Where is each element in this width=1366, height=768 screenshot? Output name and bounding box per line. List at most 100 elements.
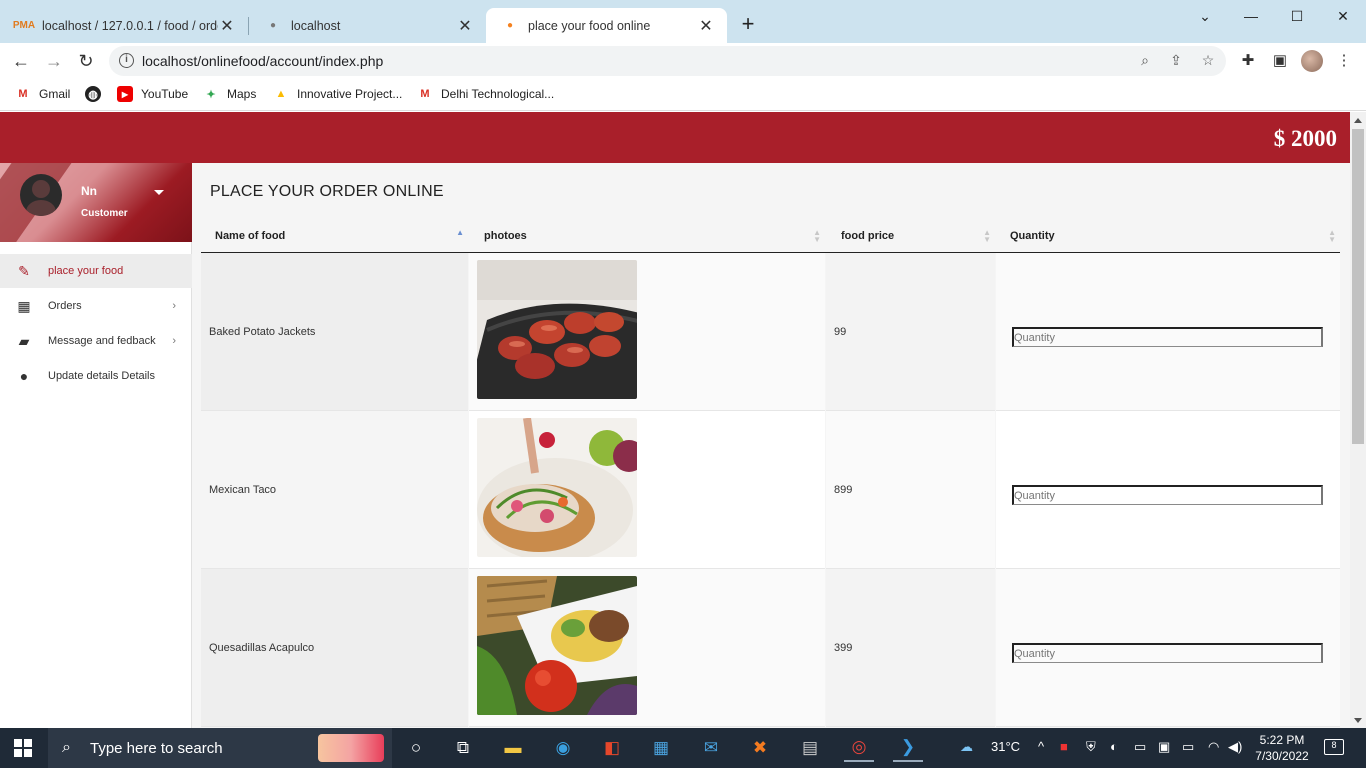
- globe-icon: ◍: [85, 86, 101, 102]
- quantity-input[interactable]: [1012, 643, 1323, 663]
- share-icon[interactable]: ⇪: [1167, 52, 1185, 70]
- profile-avatar[interactable]: [1301, 50, 1323, 72]
- chevron-right-icon: ›: [172, 335, 176, 347]
- system-clock[interactable]: 5:22 PM 7/30/2022: [1252, 732, 1312, 764]
- sort-asc-icon[interactable]: ▲: [456, 229, 464, 237]
- page-scrollbar[interactable]: [1350, 112, 1366, 728]
- weather-icon[interactable]: ☁: [960, 739, 973, 755]
- avatar: [20, 174, 62, 216]
- tab-place-your-food[interactable]: ● place your food online ✕: [486, 8, 727, 43]
- tab-title: localhost / 127.0.0.1 / food / orde: [42, 18, 218, 33]
- column-header-name[interactable]: Name of food ▲: [201, 220, 468, 252]
- tray-chevron-icon[interactable]: ^: [1038, 739, 1044, 754]
- vscode-icon[interactable]: ❯: [893, 734, 923, 762]
- maximize-icon[interactable]: ☐: [1274, 0, 1320, 32]
- wifi-icon[interactable]: ◠: [1208, 739, 1219, 755]
- site-info-icon[interactable]: i: [119, 53, 134, 68]
- scroll-up-icon[interactable]: [1354, 118, 1362, 123]
- bookmark-maps[interactable]: ✦ Maps: [203, 86, 256, 102]
- sidebar-item-update-details[interactable]: ● Update details Details: [0, 359, 192, 393]
- cortana-icon[interactable]: ○: [401, 734, 431, 762]
- column-header-price[interactable]: food price ▲ ▼: [826, 220, 995, 252]
- search-icon: ⌕: [62, 739, 71, 756]
- task-view-icon[interactable]: ⧉: [448, 734, 478, 762]
- windows-start-icon[interactable]: [14, 739, 32, 757]
- close-icon[interactable]: ✕: [218, 16, 236, 36]
- app-s-icon[interactable]: ■: [1060, 739, 1068, 754]
- bookmark-delhi-technological[interactable]: M Delhi Technological...: [417, 86, 554, 102]
- bookmark-label: Delhi Technological...: [441, 87, 555, 101]
- sidebar-item-place-your-food[interactable]: ✎ place your food: [0, 254, 192, 288]
- weather-temperature[interactable]: 31°C: [991, 739, 1020, 754]
- battery-icon[interactable]: ▭: [1182, 739, 1194, 755]
- close-icon[interactable]: ✕: [697, 16, 715, 36]
- bookmark-label: Maps: [227, 87, 257, 101]
- security-icon[interactable]: ⛨: [1086, 739, 1096, 755]
- taco-graphic: [477, 418, 637, 557]
- office-icon[interactable]: ◧: [597, 734, 627, 762]
- close-icon[interactable]: ✕: [456, 16, 474, 36]
- forward-icon[interactable]: →: [42, 49, 66, 73]
- user-name: Nn: [81, 184, 97, 198]
- volume-icon[interactable]: ◀): [1228, 739, 1242, 755]
- bookmark-globe[interactable]: ◍: [85, 86, 109, 102]
- presentation-icon[interactable]: ▤: [795, 734, 825, 762]
- back-icon[interactable]: ←: [9, 49, 33, 73]
- clock-time: 5:22 PM: [1259, 733, 1305, 747]
- sidebar-item-orders[interactable]: ▦ Orders ›: [0, 289, 192, 323]
- user-menu-caret-icon[interactable]: [154, 190, 164, 195]
- taco-photo: [477, 418, 637, 557]
- meet-icon[interactable]: ▭: [1134, 739, 1146, 755]
- web-page: $ 2000 Nn Customer ✎ place your food ▦ O…: [0, 112, 1350, 728]
- notification-center-icon[interactable]: 8: [1324, 739, 1344, 755]
- bookmark-gmail[interactable]: M Gmail: [15, 86, 70, 102]
- reload-icon[interactable]: ↻: [74, 49, 98, 73]
- taskbar-search[interactable]: ⌕ Type here to search: [48, 728, 392, 768]
- scrollbar-thumb[interactable]: [1352, 129, 1364, 444]
- sidebar-menu: ✎ place your food ▦ Orders › ▰ Message a…: [0, 254, 192, 394]
- google-drive-icon: ▲: [275, 88, 287, 100]
- address-bar[interactable]: i localhost/onlinefood/account/index.php…: [109, 46, 1226, 76]
- edge-icon[interactable]: ◉: [548, 734, 578, 762]
- sidebar-item-message-feedback[interactable]: ▰ Message and fedback ›: [0, 324, 192, 358]
- menu-kebab-icon[interactable]: ⋮: [1334, 51, 1354, 71]
- tab-search-chevron-icon[interactable]: ⌄: [1182, 0, 1228, 32]
- sort-icon[interactable]: ▲ ▼: [1328, 229, 1336, 244]
- page-icon: ●: [269, 20, 277, 31]
- youtube-icon: ▶: [117, 86, 133, 102]
- chrome-icon[interactable]: ◎: [844, 734, 874, 762]
- column-header-photo[interactable]: photoes ▲ ▼: [469, 220, 825, 252]
- file-explorer-icon[interactable]: ▬: [498, 734, 528, 762]
- food-price: 399: [826, 569, 995, 727]
- xampp-icon[interactable]: ✖: [745, 734, 775, 762]
- side-panel-icon[interactable]: ▣: [1270, 51, 1290, 71]
- quantity-input[interactable]: [1012, 327, 1323, 347]
- gmail-icon: M: [18, 88, 28, 100]
- window-close-icon[interactable]: ✕: [1320, 0, 1366, 32]
- photo-cell: [469, 411, 825, 569]
- table-row: Baked Potato Jackets 99 Quantity: [201, 253, 1340, 411]
- tab-phpmyadmin[interactable]: PMA localhost / 127.0.0.1 / food / orde …: [0, 8, 248, 43]
- sort-icon[interactable]: ▲ ▼: [813, 229, 821, 244]
- url-text[interactable]: localhost/onlinefood/account/index.php: [142, 53, 383, 69]
- antivirus-icon[interactable]: ◐: [1110, 739, 1118, 754]
- mail-icon[interactable]: ✉: [696, 734, 726, 762]
- sidebar: Nn Customer ✎ place your food ▦ Orders ›…: [0, 163, 192, 728]
- store-icon[interactable]: ▦: [646, 734, 676, 762]
- extensions-icon[interactable]: ✚: [1238, 51, 1258, 71]
- quantity-input[interactable]: [1012, 485, 1323, 505]
- tab-localhost[interactable]: ● localhost ✕: [249, 8, 486, 43]
- food-name: Baked Potato Jackets: [201, 253, 468, 411]
- bookmark-innovative-project[interactable]: ▲ Innovative Project...: [273, 86, 403, 102]
- bookmarks-bar: M Gmail ◍ ▶ YouTube ✦ Maps ▲ Innovative …: [0, 79, 1366, 111]
- bookmark-youtube[interactable]: ▶ YouTube: [117, 86, 188, 102]
- food-price: 899: [826, 411, 995, 569]
- scroll-down-icon[interactable]: [1354, 718, 1362, 723]
- display-icon[interactable]: ▣: [1158, 739, 1170, 755]
- zoom-icon[interactable]: ⌕: [1136, 52, 1154, 70]
- sort-icon[interactable]: ▲ ▼: [983, 229, 991, 244]
- minimize-icon[interactable]: —: [1228, 0, 1274, 32]
- bookmark-star-icon[interactable]: ☆: [1199, 52, 1217, 70]
- column-header-quantity[interactable]: Quantity ▲ ▼: [996, 220, 1340, 252]
- new-tab-icon[interactable]: +: [737, 13, 759, 35]
